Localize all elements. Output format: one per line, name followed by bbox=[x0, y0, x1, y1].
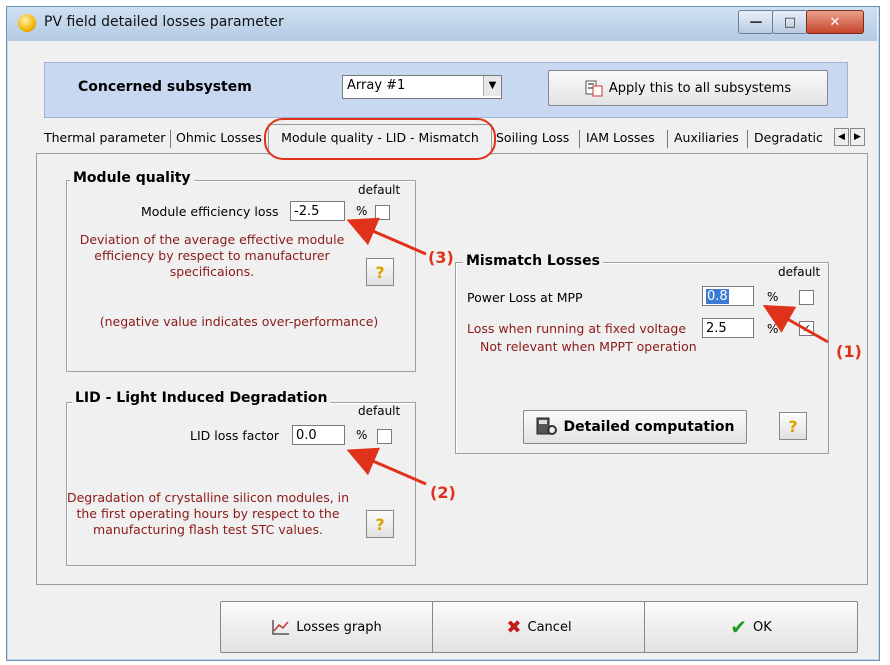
graph-icon bbox=[272, 620, 290, 635]
losses-graph-button[interactable]: Losses graph bbox=[220, 601, 434, 653]
annotation-arrows bbox=[346, 217, 829, 486]
checkmark-icon: ✔ bbox=[730, 615, 747, 639]
losses-graph-label: Losses graph bbox=[296, 619, 382, 635]
annotation-label-3: (3) bbox=[428, 248, 454, 267]
annotation-label-1: (1) bbox=[836, 342, 862, 361]
annotation-arrow-1 bbox=[762, 305, 829, 344]
cancel-icon: ✖ bbox=[506, 616, 522, 638]
ok-button[interactable]: ✔ OK bbox=[644, 601, 858, 653]
cancel-button[interactable]: ✖ Cancel bbox=[432, 601, 646, 653]
annotation-label-2: (2) bbox=[430, 483, 456, 502]
cancel-label: Cancel bbox=[527, 619, 572, 635]
annotation-arrow-2 bbox=[346, 447, 427, 486]
ok-label: OK bbox=[753, 619, 772, 635]
annotation-arrow-3 bbox=[346, 217, 427, 256]
